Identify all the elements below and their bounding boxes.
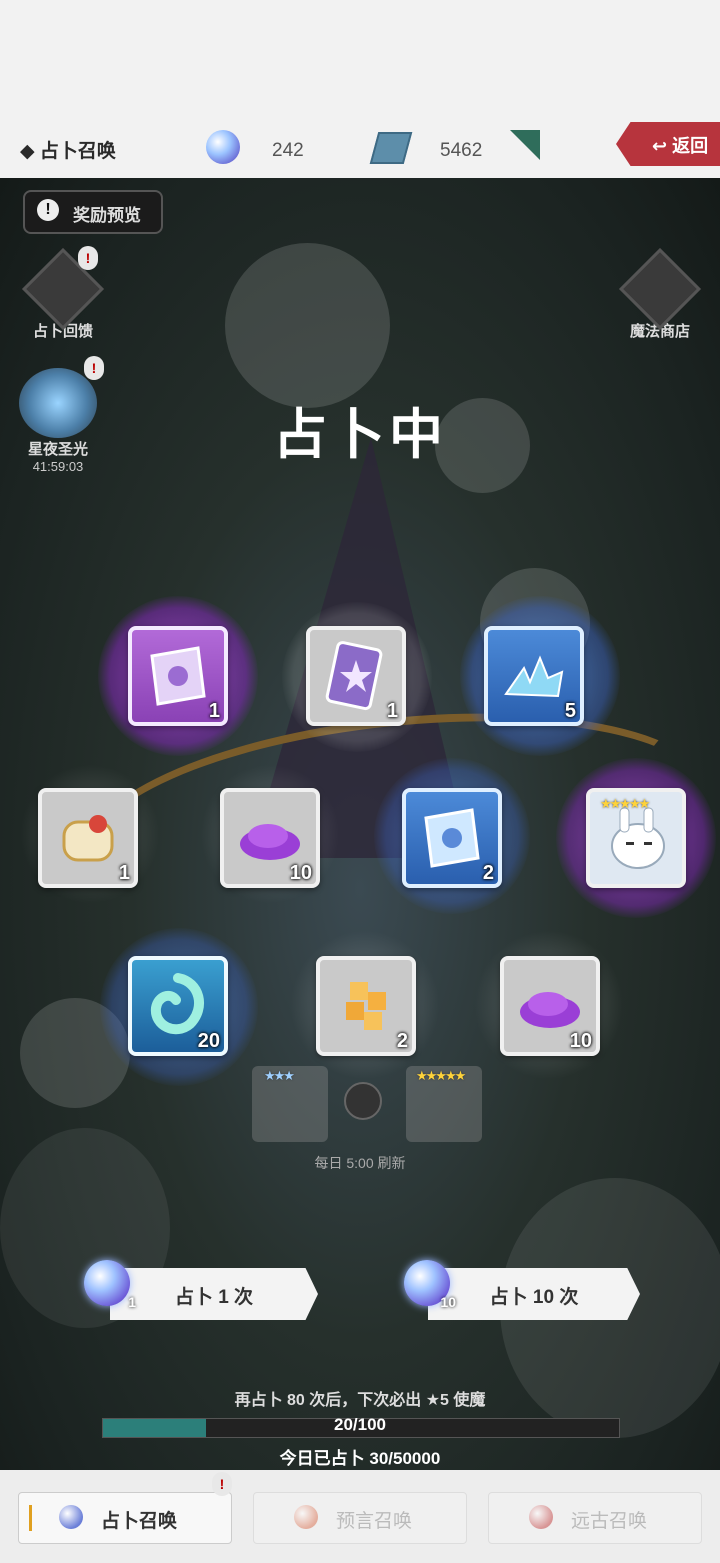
featured-character-right[interactable]: ★★★★★ (406, 1066, 482, 1142)
crystal-ball-icon (59, 1505, 83, 1529)
tab-ancient-summon[interactable]: 远古召唤 (488, 1492, 702, 1544)
result-item-purple-scroll[interactable]: 1 (128, 626, 228, 726)
tab-label: 占卜召唤 (101, 1511, 178, 1532)
gem-count: 5462 (440, 140, 483, 161)
result-item-purple-powder[interactable]: 10 (220, 788, 320, 888)
paw-icon (618, 247, 702, 331)
item-count: 1 (208, 700, 220, 722)
tab-label: 远古召唤 (571, 1511, 648, 1532)
crystal-ball-icon: 1 (84, 1260, 136, 1310)
item-count: 5 (564, 700, 576, 722)
refresh-text: 每日 5:00 刷新 (314, 1155, 406, 1171)
cost-count: 10 (440, 1294, 456, 1310)
result-item-teal-spirit[interactable]: 20 (128, 956, 228, 1056)
magic-shop-button[interactable]: 魔法商店 (612, 247, 708, 341)
crystal-shards-icon (504, 655, 564, 698)
notification-badge: ! (84, 356, 104, 380)
crystal-ball-count: 242 (272, 140, 304, 161)
item-count: 10 (569, 1030, 592, 1052)
divination-status: 占卜中 (273, 405, 447, 465)
item-count: 2 (482, 862, 494, 884)
item-count: 1 (386, 700, 398, 722)
pity-progress-label: 20/100 (334, 1415, 386, 1434)
result-item-blue-scroll[interactable]: 2 (402, 788, 502, 888)
item-count: 2 (396, 1030, 408, 1052)
rarity-stars: ★★★★★ (600, 796, 650, 811)
crystal-ball-counter: 242 (206, 128, 326, 168)
tab-prophecy-summon[interactable]: 预言召唤 (253, 1492, 467, 1544)
page-title: ◆ 占卜召唤 (20, 141, 116, 162)
item-count: 1 (118, 862, 130, 884)
divine-ten-label: 占卜 10 次 (489, 1287, 579, 1308)
rarity-stars: ★★★ (264, 1068, 295, 1083)
gold-scroll-icon (62, 815, 114, 862)
swap-icon[interactable] (344, 1082, 382, 1120)
divine-once-label: 占卜 1 次 (174, 1287, 254, 1308)
back-label: ↩ 返回 (652, 136, 709, 156)
crystal-ball-icon (206, 130, 240, 164)
notification-badge: ! (78, 246, 98, 270)
feedback-button[interactable]: 占卜回馈 ! (18, 246, 108, 341)
back-button[interactable]: ↩ 返回 (616, 122, 720, 166)
header: ◆ 占卜召唤 242 5462 ↩ 返回 (0, 118, 720, 178)
crystal-ball-icon: 10 (404, 1260, 456, 1310)
tab-label: 预言召唤 (336, 1511, 413, 1532)
result-item-summon-card[interactable]: 1 (306, 626, 406, 726)
result-item-golden-blocks[interactable]: 2 (316, 956, 416, 1056)
ancient-orb-icon (529, 1505, 553, 1529)
rarity-stars: ★★★★★ (416, 1068, 466, 1083)
summon-card-icon (325, 641, 383, 711)
daily-count-text: 今日已占卜 30/50000 (279, 1449, 441, 1468)
reward-preview-button[interactable]: ! 奖励预览 (23, 190, 163, 234)
prophecy-orb-icon (294, 1505, 318, 1529)
alert-icon: ! (37, 199, 59, 221)
divine-ten-button[interactable]: 占卜 10 次 (428, 1268, 640, 1320)
golden-blocks-icon (346, 982, 386, 1030)
scroll-icon (150, 646, 206, 706)
featured-character-left[interactable]: ★★★ (252, 1066, 328, 1142)
reward-preview-label: 奖励预览 (73, 206, 141, 225)
summon-tab-bar: 占卜召唤 ! 预言召唤 远古召唤 (0, 1470, 720, 1563)
item-count: 20 (197, 1030, 220, 1052)
result-item-blue-crystal-shards[interactable]: 5 (484, 626, 584, 726)
result-item-purple-powder[interactable]: 10 (500, 956, 600, 1056)
item-count: 10 (289, 862, 312, 884)
summon-stage: ! 奖励预览 占卜回馈 ! 星夜圣光 41:59:03 ! 魔法商店 占卜中 1… (0, 178, 720, 1470)
result-item-white-rabbit-character[interactable]: ★★★★★ (586, 788, 686, 888)
gem-counter: 5462 (369, 128, 510, 168)
result-item-gold-scroll[interactable]: 1 (38, 788, 138, 888)
divine-once-button[interactable]: 占卜 1 次 (110, 1268, 318, 1320)
notification-badge: ! (212, 1472, 232, 1496)
cost-count: 1 (128, 1294, 136, 1310)
blue-scroll-icon (424, 808, 480, 868)
add-gem-icon[interactable] (510, 130, 540, 160)
active-indicator (29, 1505, 32, 1531)
bg-bubble (225, 243, 390, 408)
tab-divination-summon[interactable]: 占卜召唤 (18, 1492, 232, 1544)
gem-icon (369, 132, 413, 164)
pity-text: 再占卜 80 次后，下次必出 ★5 使魔 (234, 1392, 486, 1409)
